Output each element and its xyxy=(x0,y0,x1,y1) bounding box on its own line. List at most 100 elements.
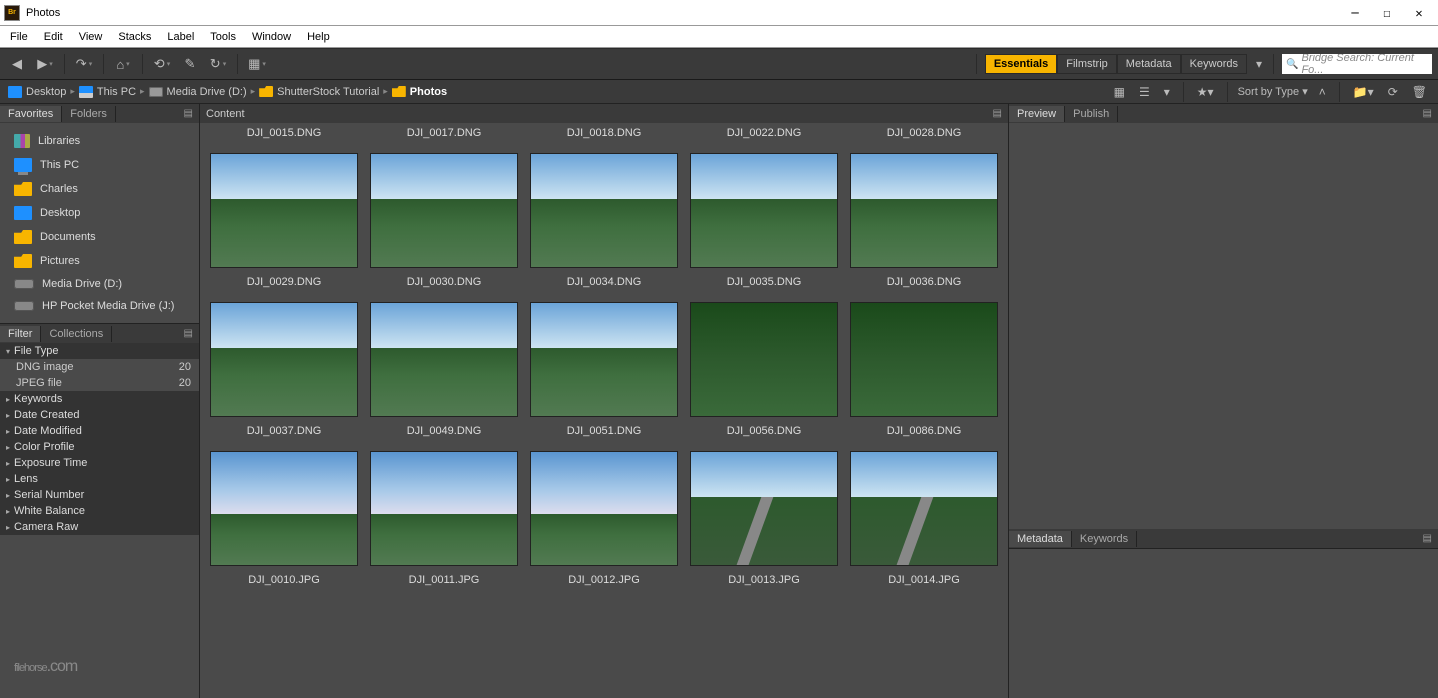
thumbnail-label[interactable]: DJI_0028.DNG xyxy=(850,127,998,139)
sidebar-item-pictures[interactable]: Pictures xyxy=(0,249,199,273)
thumbnail[interactable] xyxy=(850,302,998,417)
menu-help[interactable]: Help xyxy=(299,29,338,45)
thumbnail-label[interactable]: DJI_0086.DNG xyxy=(850,425,998,437)
thumbnail[interactable] xyxy=(370,302,518,417)
sidebar-item-media-drive-d-[interactable]: Media Drive (D:) xyxy=(0,273,199,295)
filter-row[interactable]: JPEG file20 xyxy=(0,375,199,391)
menu-label[interactable]: Label xyxy=(159,29,202,45)
menu-tools[interactable]: Tools xyxy=(202,29,244,45)
open-icon[interactable]: ↻ xyxy=(207,53,229,75)
sidebar-item-hp-pocket-media-drive-j-[interactable]: HP Pocket Media Drive (J:) xyxy=(0,295,199,317)
filter-row[interactable]: DNG image20 xyxy=(0,359,199,375)
thumbnail[interactable] xyxy=(210,153,358,268)
close-button[interactable]: ✕ xyxy=(1404,2,1434,24)
thumbnail[interactable] xyxy=(850,153,998,268)
menu-stacks[interactable]: Stacks xyxy=(110,29,159,45)
grid-view-icon[interactable]: ▦ xyxy=(1111,84,1128,100)
breadcrumb-item[interactable]: ShutterStock Tutorial▸ xyxy=(259,86,388,98)
filter-group-date-modified[interactable]: Date Modified xyxy=(0,423,199,439)
filter-group-color-profile[interactable]: Color Profile xyxy=(0,439,199,455)
workspace-tab-keywords[interactable]: Keywords xyxy=(1181,54,1247,74)
list-view-icon[interactable]: ☰ xyxy=(1136,84,1153,100)
filter-group-date-created[interactable]: Date Created xyxy=(0,407,199,423)
sort-label[interactable]: Sort by Type ▾ xyxy=(1238,85,1308,98)
sidebar-item-documents[interactable]: Documents xyxy=(0,225,199,249)
filter-group-lens[interactable]: Lens xyxy=(0,471,199,487)
menu-edit[interactable]: Edit xyxy=(36,29,71,45)
new-folder-icon[interactable]: 📁▾ xyxy=(1350,84,1377,100)
panel-menu-icon[interactable]: ▤ xyxy=(178,108,199,119)
thumbnail-grid[interactable]: DJI_0015.DNG DJI_0017.DNG DJI_0018.DNG DJI_… xyxy=(200,123,1008,698)
thumbnail-label[interactable]: DJI_0017.DNG xyxy=(370,127,518,139)
filter-group-camera-raw[interactable]: Camera Raw xyxy=(0,519,199,535)
menu-view[interactable]: View xyxy=(71,29,111,45)
thumbnail-label[interactable]: DJI_0035.DNG xyxy=(690,276,838,288)
thumbnail[interactable] xyxy=(850,451,998,566)
filter-group-file-type[interactable]: File Type xyxy=(0,343,199,359)
camera-icon[interactable]: ⌂ xyxy=(112,53,134,75)
menu-file[interactable]: File xyxy=(2,29,36,45)
breadcrumb-item[interactable]: Photos xyxy=(392,86,447,98)
thumbnail-label[interactable]: DJI_0022.DNG xyxy=(690,127,838,139)
tab-publish[interactable]: Publish xyxy=(1065,106,1118,122)
thumbnail-label[interactable]: DJI_0029.DNG xyxy=(210,276,358,288)
maximize-button[interactable]: ☐ xyxy=(1372,2,1402,24)
forward-button[interactable]: ▶ xyxy=(34,53,56,75)
sort-asc-icon[interactable]: ˄ xyxy=(1316,84,1329,100)
thumbnail[interactable] xyxy=(370,153,518,268)
thumbnail[interactable] xyxy=(530,451,678,566)
tab-metadata[interactable]: Metadata xyxy=(1009,531,1072,547)
thumbnail-label[interactable]: DJI_0014.JPG xyxy=(850,574,998,586)
thumbnail[interactable] xyxy=(690,302,838,417)
workspace-tab-essentials[interactable]: Essentials xyxy=(985,54,1057,74)
workspace-menu-icon[interactable]: ▾ xyxy=(1253,56,1265,72)
breadcrumb-item[interactable]: Desktop▸ xyxy=(8,86,75,98)
refine-icon[interactable]: ✎ xyxy=(179,53,201,75)
thumbnail[interactable] xyxy=(690,153,838,268)
sidebar-item-this-pc[interactable]: This PC xyxy=(0,153,199,177)
thumbnail-label[interactable]: DJI_0030.DNG xyxy=(370,276,518,288)
thumbnail-label[interactable]: DJI_0056.DNG xyxy=(690,425,838,437)
tab-collections[interactable]: Collections xyxy=(41,326,112,342)
thumbnail[interactable] xyxy=(530,302,678,417)
thumbnail[interactable] xyxy=(690,451,838,566)
reveal-icon[interactable]: ↷ xyxy=(73,53,95,75)
sidebar-item-desktop[interactable]: Desktop xyxy=(0,201,199,225)
tab-filter[interactable]: Filter xyxy=(0,326,41,342)
filter-group-serial-number[interactable]: Serial Number xyxy=(0,487,199,503)
search-input[interactable]: Bridge Search: Current Fo... xyxy=(1282,54,1432,74)
thumbnail[interactable] xyxy=(210,451,358,566)
tab-folders[interactable]: Folders xyxy=(62,106,116,122)
sidebar-item-libraries[interactable]: Libraries xyxy=(0,129,199,153)
thumbnail-label[interactable]: DJI_0010.JPG xyxy=(210,574,358,586)
menu-window[interactable]: Window xyxy=(244,29,299,45)
view-menu-icon[interactable]: ▾ xyxy=(1161,84,1173,100)
workspace-tab-filmstrip[interactable]: Filmstrip xyxy=(1057,54,1117,74)
thumbnail-label[interactable]: DJI_0034.DNG xyxy=(530,276,678,288)
thumbnail[interactable] xyxy=(370,451,518,566)
trash-icon[interactable]: 🗑 xyxy=(1409,84,1430,100)
panel-menu-icon[interactable]: ▤ xyxy=(1417,533,1438,544)
breadcrumb-item[interactable]: Media Drive (D:)▸ xyxy=(149,86,256,98)
filter-group-exposure-time[interactable]: Exposure Time xyxy=(0,455,199,471)
thumbnail-label[interactable]: DJI_0015.DNG xyxy=(210,127,358,139)
panel-menu-icon[interactable]: ▤ xyxy=(993,108,1002,119)
filter-group-keywords[interactable]: Keywords xyxy=(0,391,199,407)
thumbnail-label[interactable]: DJI_0011.JPG xyxy=(370,574,518,586)
back-button[interactable]: ◀ xyxy=(6,53,28,75)
breadcrumb-item[interactable]: This PC▸ xyxy=(79,86,145,98)
thumbnail-label[interactable]: DJI_0012.JPG xyxy=(530,574,678,586)
output-icon[interactable]: ▦ xyxy=(246,53,268,75)
panel-menu-icon[interactable]: ▤ xyxy=(1417,108,1438,119)
tab-favorites[interactable]: Favorites xyxy=(0,106,62,122)
thumbnail-label[interactable]: DJI_0037.DNG xyxy=(210,425,358,437)
boomerang-icon[interactable]: ⟲ xyxy=(151,53,173,75)
tab-keywords[interactable]: Keywords xyxy=(1072,531,1137,547)
minimize-button[interactable]: ─ xyxy=(1340,2,1370,24)
thumbnail-label[interactable]: DJI_0013.JPG xyxy=(690,574,838,586)
thumbnail-label[interactable]: DJI_0036.DNG xyxy=(850,276,998,288)
thumbnail[interactable] xyxy=(530,153,678,268)
thumbnail-label[interactable]: DJI_0018.DNG xyxy=(530,127,678,139)
filter-group-white-balance[interactable]: White Balance xyxy=(0,503,199,519)
star-filter-icon[interactable]: ★▾ xyxy=(1194,84,1217,100)
